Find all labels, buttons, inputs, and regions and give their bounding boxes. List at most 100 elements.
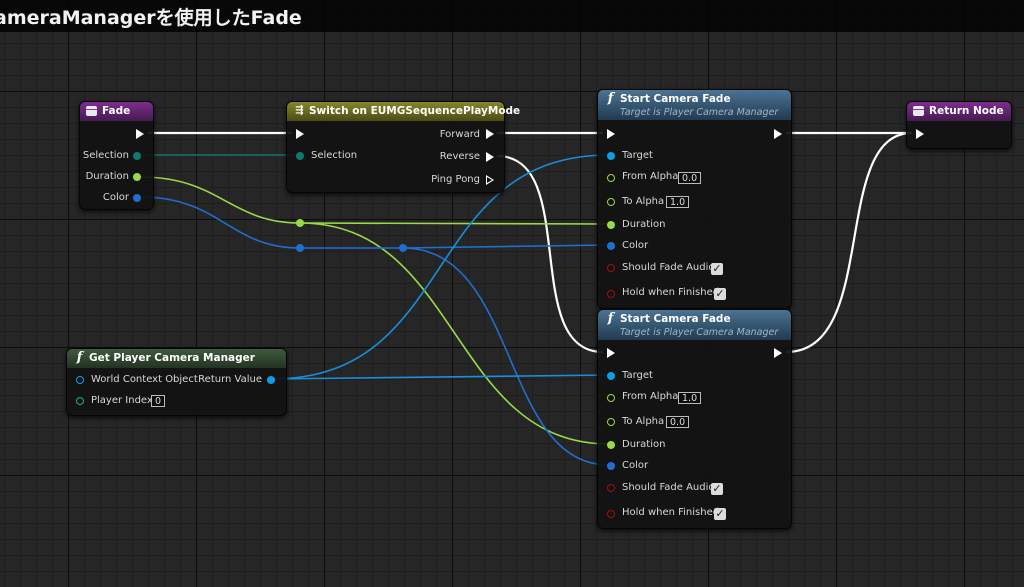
wire-layer bbox=[140, 131, 913, 466]
get-player-camera-manager-node[interactable]: f Get Player Camera Manager World Contex… bbox=[66, 348, 287, 416]
camera-fade-2-to-alpha-pin[interactable] bbox=[607, 418, 615, 426]
return-value-label: Return Value bbox=[198, 374, 262, 385]
camera-fade-1-fade-audio-pin[interactable] bbox=[607, 264, 615, 272]
camera-fade-1-hold-pin[interactable] bbox=[607, 290, 615, 298]
selection-output-label: Selection bbox=[82, 150, 129, 161]
return-node-header[interactable]: Return Node bbox=[907, 102, 1011, 121]
switch-icon: ⇶ bbox=[295, 105, 304, 116]
color-output-pin[interactable] bbox=[133, 194, 141, 202]
color-wire-to-fade1[interactable] bbox=[402, 244, 610, 249]
switch-node-title: Switch on EUMGSequencePlayMode bbox=[309, 105, 521, 117]
camera-fade-2-color-pin[interactable] bbox=[607, 462, 615, 470]
return-value-output-pin[interactable] bbox=[267, 376, 275, 384]
world-context-input-pin[interactable] bbox=[76, 376, 84, 384]
camera-fade-1-from-alpha-input[interactable]: 0.0 bbox=[678, 172, 702, 184]
get-camera-manager-title: Get Player Camera Manager bbox=[89, 352, 255, 364]
camera-fade-1-exec-out-pin[interactable] bbox=[774, 129, 782, 139]
return-node-title: Return Node bbox=[929, 105, 1004, 117]
camera-fade-2-hold-label: Hold when Finished bbox=[622, 507, 720, 518]
camera-fade-2-to-alpha-label: To Alpha bbox=[622, 416, 665, 427]
camera-fade-1-to-alpha-input[interactable]: 1.0 bbox=[666, 196, 690, 208]
duration-wire-to-fade1[interactable] bbox=[299, 222, 610, 225]
fade-event-node[interactable]: Fade Selection Duration Color bbox=[79, 101, 154, 210]
return-node-icon bbox=[913, 106, 924, 116]
camera-fade-2-duration-label: Duration bbox=[622, 439, 666, 450]
color-reroute-knot-2[interactable] bbox=[399, 244, 407, 252]
switch-node-header[interactable]: ⇶ Switch on EUMGSequencePlayMode bbox=[287, 102, 520, 121]
get-camera-manager-header[interactable]: f Get Player Camera Manager bbox=[67, 349, 286, 368]
player-index-input[interactable]: 0 bbox=[151, 395, 166, 407]
camera-fade-2-duration-pin[interactable] bbox=[607, 441, 615, 449]
camera-fade-1-to-alpha-label: To Alpha bbox=[622, 196, 665, 207]
camera-fade-2-from-alpha-input[interactable]: 1.0 bbox=[678, 392, 702, 404]
duration-output-label: Duration bbox=[85, 171, 129, 182]
fade-node-title: Fade bbox=[102, 105, 131, 117]
camera-fade-1-title: Start Camera Fade bbox=[620, 93, 731, 105]
duration-output-pin[interactable] bbox=[133, 173, 141, 181]
player-index-label: Player Index bbox=[91, 395, 153, 406]
camera-fade-2-target-pin[interactable] bbox=[607, 372, 615, 380]
ping-pong-label: Ping Pong bbox=[431, 174, 480, 185]
camera-fade-1-exec-in-pin[interactable] bbox=[607, 129, 615, 139]
camera-fade-2-exec-in-pin[interactable] bbox=[607, 348, 615, 358]
camera-fade-1-duration-pin[interactable] bbox=[607, 221, 615, 229]
switch-selection-label: Selection bbox=[311, 150, 358, 161]
camera-fade-2-fade-audio-checkbox[interactable]: ✓ bbox=[711, 483, 723, 495]
camera-fade-2-to-alpha-input[interactable]: 0.0 bbox=[666, 416, 690, 428]
world-context-label: World Context Object bbox=[91, 374, 198, 385]
exec-wire-reverse-to-fade2[interactable] bbox=[496, 154, 604, 354]
camera-fade-1-to-alpha-pin[interactable] bbox=[607, 198, 615, 206]
fade-exec-out-pin[interactable] bbox=[136, 129, 144, 139]
camera-fade-1-target-label: Target bbox=[622, 150, 653, 161]
function-icon: f bbox=[607, 91, 614, 106]
color-output-label: Color bbox=[102, 192, 129, 203]
target-wire-to-fade2[interactable] bbox=[271, 374, 610, 380]
duration-wire[interactable] bbox=[140, 176, 301, 224]
start-camera-fade-node-1[interactable]: f Start Camera Fade Target is Player Cam… bbox=[597, 89, 792, 309]
camera-fade-2-exec-out-pin[interactable] bbox=[774, 348, 782, 358]
camera-fade-2-title: Start Camera Fade bbox=[620, 313, 731, 325]
camera-fade-2-hold-checkbox[interactable]: ✓ bbox=[714, 508, 726, 520]
camera-fade-1-target-pin[interactable] bbox=[607, 152, 615, 160]
switch-exec-in-pin[interactable] bbox=[296, 129, 304, 139]
camera-fade-1-header[interactable]: f Start Camera Fade Target is Player Cam… bbox=[598, 90, 791, 120]
camera-fade-1-duration-label: Duration bbox=[622, 219, 666, 230]
color-reroute-knot-1[interactable] bbox=[296, 244, 304, 252]
camera-fade-2-color-label: Color bbox=[622, 460, 649, 471]
ping-pong-exec-out-pin[interactable] bbox=[486, 175, 494, 185]
switch-node[interactable]: ⇶ Switch on EUMGSequencePlayMode Selecti… bbox=[286, 101, 520, 193]
return-node[interactable]: Return Node bbox=[906, 101, 1012, 149]
fade-node-header[interactable]: Fade bbox=[80, 102, 153, 121]
camera-fade-1-from-alpha-pin[interactable] bbox=[607, 174, 615, 182]
player-index-input-pin[interactable] bbox=[76, 397, 84, 405]
camera-fade-1-from-alpha-label: From Alpha bbox=[622, 171, 679, 182]
switch-selection-input-pin[interactable] bbox=[296, 152, 304, 160]
forward-label: Forward bbox=[439, 129, 480, 140]
camera-fade-1-subtitle: Target is Player Camera Manager bbox=[620, 107, 779, 118]
camera-fade-2-fade-audio-pin[interactable] bbox=[607, 484, 615, 492]
start-camera-fade-node-2[interactable]: f Start Camera Fade Target is Player Cam… bbox=[597, 309, 792, 529]
duration-reroute-knot[interactable] bbox=[296, 219, 304, 227]
graph-title-bar: ameraManagerを使用したFade bbox=[0, 0, 1024, 32]
duration-wire-to-fade2[interactable] bbox=[299, 222, 610, 445]
reverse-exec-out-pin[interactable] bbox=[486, 152, 494, 162]
exec-wire-fade2-to-return[interactable] bbox=[785, 131, 913, 354]
camera-fade-2-from-alpha-pin[interactable] bbox=[607, 394, 615, 402]
camera-fade-2-target-label: Target bbox=[622, 370, 653, 381]
camera-fade-2-header[interactable]: f Start Camera Fade Target is Player Cam… bbox=[598, 310, 791, 340]
color-wire[interactable] bbox=[140, 196, 301, 249]
camera-fade-1-hold-checkbox[interactable]: ✓ bbox=[714, 288, 726, 300]
reverse-label: Reverse bbox=[439, 151, 480, 162]
camera-fade-1-color-pin[interactable] bbox=[607, 242, 615, 250]
camera-fade-2-hold-pin[interactable] bbox=[607, 510, 615, 518]
camera-fade-1-color-label: Color bbox=[622, 240, 649, 251]
function-icon: f bbox=[76, 350, 83, 365]
color-wire-to-fade2[interactable] bbox=[402, 247, 610, 466]
camera-fade-1-fade-audio-checkbox[interactable]: ✓ bbox=[711, 263, 723, 275]
return-exec-in-pin[interactable] bbox=[916, 129, 924, 139]
camera-fade-2-fade-audio-label: Should Fade Audio bbox=[622, 482, 715, 493]
camera-fade-2-from-alpha-label: From Alpha bbox=[622, 391, 679, 402]
forward-exec-out-pin[interactable] bbox=[486, 129, 494, 139]
selection-output-pin[interactable] bbox=[133, 152, 141, 160]
camera-fade-1-fade-audio-label: Should Fade Audio bbox=[622, 262, 715, 273]
